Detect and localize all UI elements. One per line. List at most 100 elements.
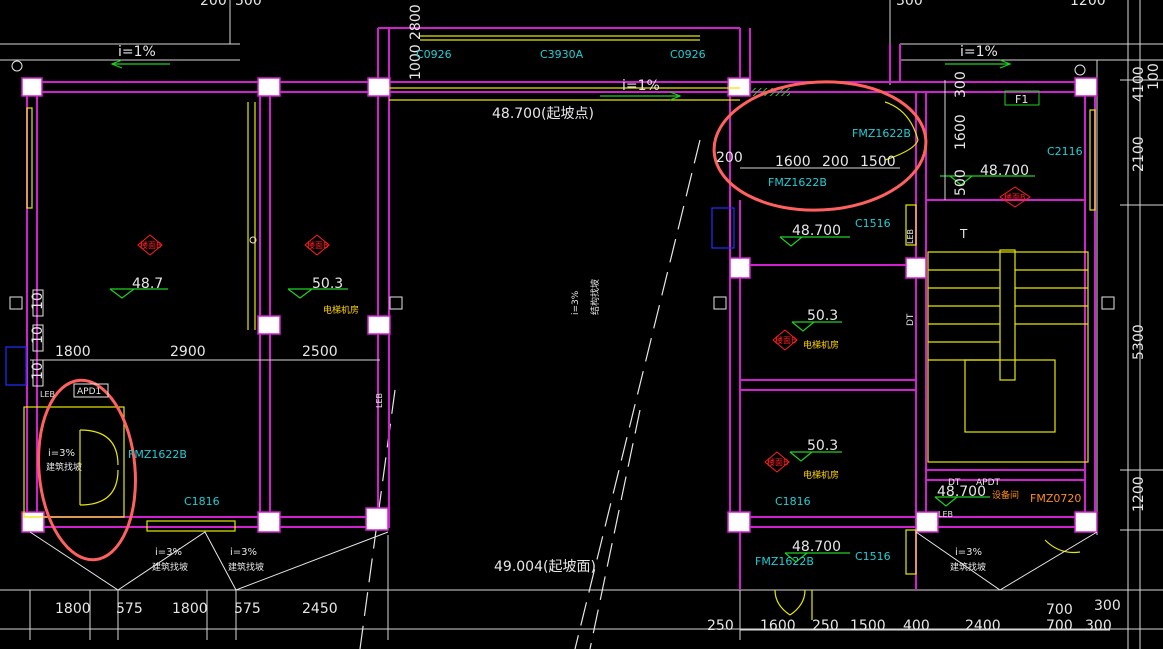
label-dt-2: DT [948,478,961,488]
bottom-dim-250-a: 250 [707,618,734,634]
mid-dim-2500: 2500 [302,344,338,360]
slope-bottom-3: i=3% [955,547,982,558]
top-dim-500: 500 [235,0,262,9]
bottom-dim-700-a: 700 [1046,602,1073,618]
columns [21,77,1098,533]
slope-note-bottom-1: 建筑找坡 [152,561,188,573]
inner-dim-1600v: 1600 [953,114,969,150]
slope-top-right: i=1% [960,44,998,60]
bottom-dim-575-b: 575 [234,601,261,617]
label-leb-3: LEB [906,229,915,244]
slope-note-left-door: 建筑找坡 [46,461,82,473]
bottom-dim-1500: 1500 [850,618,886,634]
bottom-dim-300-b: 300 [1085,618,1112,634]
elev-room-48700-a: 48.700 [980,163,1029,179]
section-tag-d: 楼面B [767,457,789,467]
elev-room-48700-b: 48.700 [792,223,841,239]
elev-end-slope: 49.004(起坡面) [494,559,596,575]
inner-dim-1600h: 1600 [775,154,811,170]
elev-room-503-c: 50.3 [807,438,838,454]
slope-top-mid: i=1% [622,78,660,94]
slope-bottom-2: i=3% [230,547,257,558]
door-fmz1622b-a: FMZ1622B [852,127,911,140]
column-tags [9,289,1115,387]
slope-note-ramp: 结构找坡 [589,279,601,315]
section-tag-a: 楼面B [140,240,162,250]
right-dim-1200: 1200 [1131,476,1147,512]
right-dim-2100: 2100 [1131,136,1147,172]
label-t: T [959,227,968,241]
inner-dim-1500: 1500 [860,154,896,170]
slope-bottom-1: i=3% [155,547,182,558]
label-leb-4: LEB [938,510,953,519]
window-c3930a: C3930A [540,48,584,61]
window-c1516-b: C1516 [855,550,891,563]
room-machine-c: 电梯机房 [803,469,839,481]
slope-left-door: i=3% [48,448,75,459]
bottom-dim-2450: 2450 [302,601,338,617]
right-dim-5300: 5300 [1131,324,1147,360]
elev-start-slope: 48.700(起坡点) [492,106,594,122]
elevation-symbols [109,175,1035,563]
left-dim-10-a: 10 [30,292,46,310]
bottom-dim-700-b: 700 [1046,618,1073,634]
top-dim-2800: 2800 [408,4,424,40]
room-equipment: 设备间 [992,489,1019,501]
slope-note-bottom-2: 建筑找坡 [228,561,264,573]
mid-dim-2900: 2900 [170,344,206,360]
window-c2116: C2116 [1047,145,1083,158]
text-layer: 200 500 1000 300 1200 2800 C0926 C3930A … [30,0,1162,634]
elev-room-48700-c: 48.700 [792,539,841,555]
highlight-ellipses [37,80,928,562]
inner-dim-200-mid: 200 [822,154,849,170]
label-apdt: APDT [976,478,1001,488]
label-f1: F1 [1015,93,1028,106]
room-machine-b: 电梯机房 [803,339,839,351]
top-dim-200: 200 [200,0,227,9]
door-fmz1622b-c: FMZ1622B [128,448,187,461]
slope-ramp: i=3% [571,290,581,315]
cad-floor-plan: 200 500 1000 300 1200 2800 C0926 C3930A … [0,0,1163,649]
slope-note-bottom-3: 建筑找坡 [950,561,986,573]
inner-dim-500: 500 [953,169,969,196]
bottom-dim-1800-a: 1800 [55,601,91,617]
top-dim-1200: 1200 [1070,0,1106,9]
door-fmz1622b-b: FMZ1622B [768,176,827,189]
elev-room-487: 48.7 [132,276,163,292]
elev-room-503-b: 50.3 [807,308,838,324]
right-dim-100: 100 [1146,63,1162,90]
window-c0926-right: C0926 [670,48,706,61]
window-c0926-left: C0926 [416,48,452,61]
label-leb-1: LEB [40,390,55,399]
label-leb-2: LEB [375,393,384,408]
elev-room-503-a: 50.3 [312,276,343,292]
label-dt-1: DT [906,313,916,326]
blue-markers [5,207,735,386]
room-machine-a: 电梯机房 [323,304,359,316]
slope-top-left: i=1% [118,44,156,60]
slope-arrows [110,59,1012,101]
window-c1516-a: C1516 [855,217,891,230]
bottom-dim-1600: 1600 [760,618,796,634]
window-c1816-a: C1816 [184,495,220,508]
bottom-dim-300-a: 300 [1094,598,1121,614]
door-fmz0720: FMZ0720 [1030,492,1081,505]
left-dim-10-c: 10 [30,362,46,380]
right-dim-4100: 4100 [1131,66,1147,102]
mid-dim-1800: 1800 [55,344,91,360]
bottom-dim-1800-b: 1800 [172,601,208,617]
inner-dim-200-left: 200 [716,150,743,166]
bottom-dim-575-a: 575 [116,601,143,617]
bottom-dim-400: 400 [903,618,930,634]
section-tag-c: 楼面B [775,335,797,345]
bottom-dim-250-b: 250 [812,618,839,634]
left-dim-10-b: 10 [30,326,46,344]
label-apd1: APD1 [77,387,101,397]
bottom-dim-2400: 2400 [965,618,1001,634]
section-tag-b: 楼面B [307,240,329,250]
window-c1816-b: C1816 [775,495,811,508]
inner-dim-300: 300 [953,71,969,98]
top-dim-300: 300 [896,0,923,9]
door-fmz1622b-d: FMZ1622B [755,555,814,568]
section-tag-e: 楼面B [1004,192,1026,202]
